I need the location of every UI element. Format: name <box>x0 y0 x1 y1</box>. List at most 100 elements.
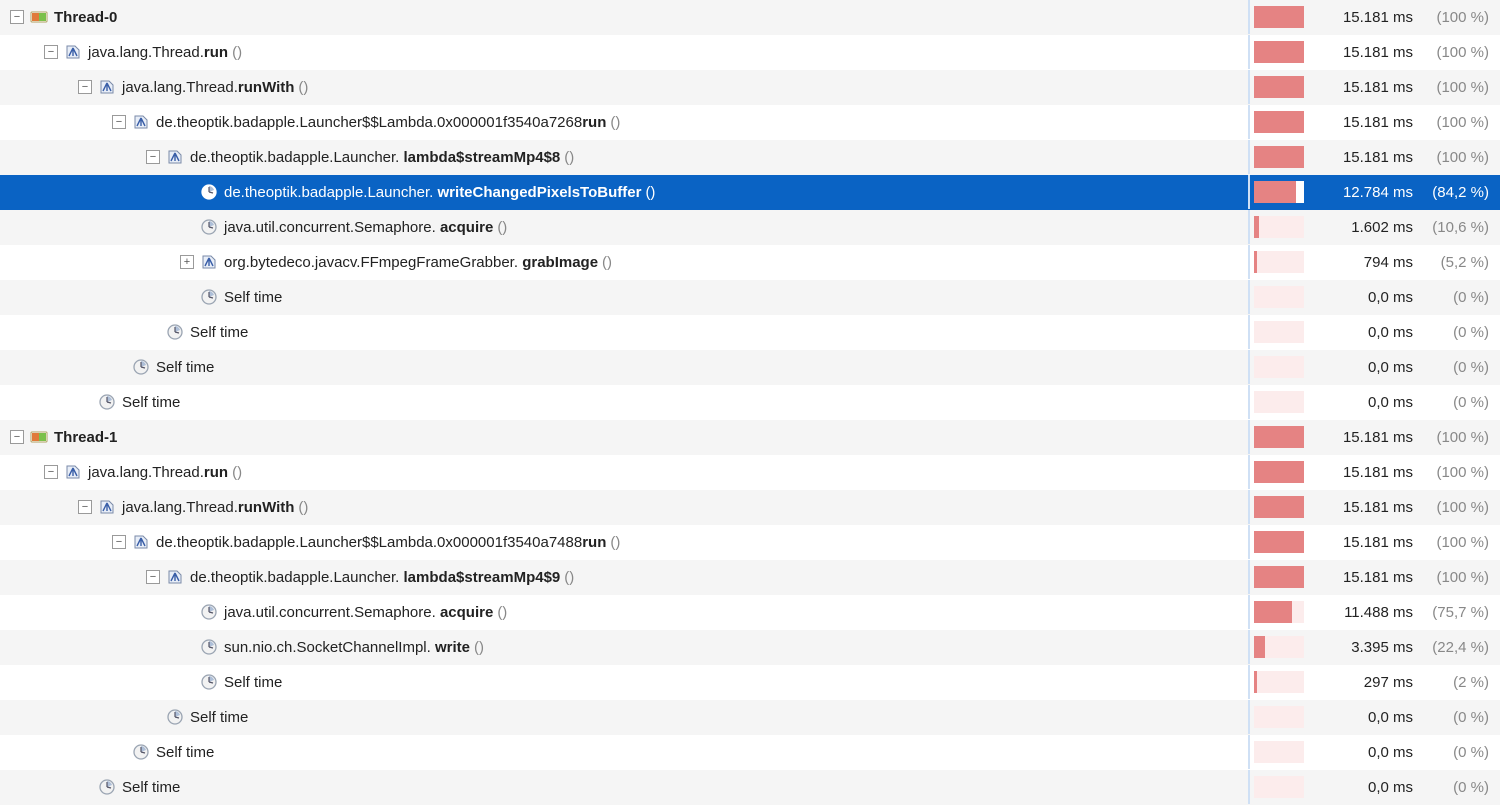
collapse-toggle[interactable]: − <box>146 150 160 164</box>
row-label: java.lang.Thread.run() <box>88 464 242 481</box>
tree-row[interactable]: −Thread-015.181 ms(100 %) <box>0 0 1500 35</box>
toggle-placeholder <box>180 605 194 619</box>
tree-row[interactable]: Self time0,0 ms(0 %) <box>0 700 1500 735</box>
time-percent: (10,6 %) <box>1419 219 1497 236</box>
toggle-placeholder <box>180 640 194 654</box>
time-percent: (75,7 %) <box>1419 604 1497 621</box>
time-value: 15.181 ms <box>1304 44 1419 61</box>
time-value: 1.602 ms <box>1304 219 1419 236</box>
time-value: 15.181 ms <box>1304 534 1419 551</box>
row-label: java.lang.Thread.runWith() <box>122 499 308 516</box>
time-value: 0,0 ms <box>1304 709 1419 726</box>
method-icon <box>132 533 150 551</box>
toggle-placeholder <box>146 325 160 339</box>
tree-row[interactable]: −java.lang.Thread.runWith()15.181 ms(100… <box>0 490 1500 525</box>
row-label: de.theoptik.badapple.Launcher$$Lambda.0x… <box>156 114 620 131</box>
method-icon <box>64 463 82 481</box>
tree-row[interactable]: sun.nio.ch.SocketChannelImpl. write()3.3… <box>0 630 1500 665</box>
tree-row[interactable]: Self time0,0 ms(0 %) <box>0 280 1500 315</box>
time-percent: (0 %) <box>1419 394 1497 411</box>
clock-icon <box>132 743 150 761</box>
toggle-placeholder <box>112 745 126 759</box>
time-bar <box>1254 776 1304 798</box>
collapse-toggle[interactable]: − <box>10 10 24 24</box>
method-icon <box>64 43 82 61</box>
time-value: 12.784 ms <box>1304 184 1419 201</box>
toggle-placeholder <box>180 220 194 234</box>
time-percent: (100 %) <box>1419 429 1497 446</box>
time-value: 15.181 ms <box>1304 464 1419 481</box>
tree-row[interactable]: −de.theoptik.badapple.Launcher. lambda$s… <box>0 140 1500 175</box>
toggle-placeholder <box>180 185 194 199</box>
time-value: 0,0 ms <box>1304 289 1419 306</box>
tree-row[interactable]: +org.bytedeco.javacv.FFmpegFrameGrabber.… <box>0 245 1500 280</box>
collapse-toggle[interactable]: − <box>44 465 58 479</box>
time-value: 15.181 ms <box>1304 79 1419 96</box>
collapse-toggle[interactable]: − <box>112 535 126 549</box>
row-label: de.theoptik.badapple.Launcher. lambda$st… <box>190 569 574 586</box>
tree-row[interactable]: Self time0,0 ms(0 %) <box>0 735 1500 770</box>
tree-row[interactable]: Self time0,0 ms(0 %) <box>0 385 1500 420</box>
time-percent: (2 %) <box>1419 674 1497 691</box>
row-label: Self time <box>156 744 214 761</box>
time-bar <box>1254 76 1304 98</box>
tree-row[interactable]: java.util.concurrent.Semaphore. acquire(… <box>0 210 1500 245</box>
time-percent: (5,2 %) <box>1419 254 1497 271</box>
tree-row[interactable]: Self time0,0 ms(0 %) <box>0 350 1500 385</box>
time-bar <box>1254 111 1304 133</box>
tree-row[interactable]: java.util.concurrent.Semaphore. acquire(… <box>0 595 1500 630</box>
row-label: de.theoptik.badapple.Launcher. writeChan… <box>224 184 655 201</box>
collapse-toggle[interactable]: − <box>10 430 24 444</box>
time-value: 0,0 ms <box>1304 324 1419 341</box>
collapse-toggle[interactable]: − <box>78 500 92 514</box>
expand-toggle[interactable]: + <box>180 255 194 269</box>
collapse-toggle[interactable]: − <box>44 45 58 59</box>
tree-row[interactable]: −de.theoptik.badapple.Launcher$$Lambda.0… <box>0 525 1500 560</box>
time-value: 0,0 ms <box>1304 359 1419 376</box>
tree-row[interactable]: Self time0,0 ms(0 %) <box>0 315 1500 350</box>
time-bar <box>1254 181 1304 203</box>
tree-row[interactable]: −Thread-115.181 ms(100 %) <box>0 420 1500 455</box>
row-label: java.lang.Thread.run() <box>88 44 242 61</box>
method-icon <box>166 148 184 166</box>
time-bar <box>1254 496 1304 518</box>
tree-row[interactable]: −java.lang.Thread.runWith()15.181 ms(100… <box>0 70 1500 105</box>
tree-row[interactable]: −java.lang.Thread.run()15.181 ms(100 %) <box>0 455 1500 490</box>
time-percent: (22,4 %) <box>1419 639 1497 656</box>
tree-row[interactable]: Self time297 ms(2 %) <box>0 665 1500 700</box>
clock-icon <box>98 778 116 796</box>
tree-row[interactable]: − de.theoptik.badapple.Launcher. lambda$s… <box>0 560 1500 595</box>
toggle-placeholder <box>180 290 194 304</box>
clock-icon <box>200 218 218 236</box>
time-percent: (100 %) <box>1419 44 1497 61</box>
collapse-toggle[interactable]: − <box>146 570 160 584</box>
time-percent: (84,2 %) <box>1419 184 1497 201</box>
time-bar <box>1254 146 1304 168</box>
time-value: 15.181 ms <box>1304 569 1419 586</box>
row-label: java.util.concurrent.Semaphore. acquire(… <box>224 604 507 621</box>
method-icon <box>132 113 150 131</box>
time-value: 794 ms <box>1304 254 1419 271</box>
clock-icon <box>166 708 184 726</box>
tree-row[interactable]: Self time0,0 ms(0 %) <box>0 770 1500 805</box>
collapse-toggle[interactable]: − <box>78 80 92 94</box>
method-icon <box>98 78 116 96</box>
time-bar <box>1254 461 1304 483</box>
method-icon <box>166 568 184 586</box>
time-bar <box>1254 706 1304 728</box>
time-bar <box>1254 601 1304 623</box>
profiler-call-tree[interactable]: −Thread-015.181 ms(100 %)−java.lang.Thre… <box>0 0 1500 805</box>
row-label: Thread-0 <box>54 9 117 26</box>
tree-row[interactable]: de.theoptik.badapple.Launcher. writeChan… <box>0 175 1500 210</box>
tree-row[interactable]: − java.lang.Thread.run() 15.181 ms(100 %) <box>0 35 1500 70</box>
collapse-toggle[interactable]: − <box>112 115 126 129</box>
thread-icon <box>30 428 48 446</box>
time-percent: (100 %) <box>1419 499 1497 516</box>
time-percent: (0 %) <box>1419 289 1497 306</box>
tree-row[interactable]: − de.theoptik.badapple.Launcher$$Lambda.0… <box>0 105 1500 140</box>
clock-icon <box>200 603 218 621</box>
method-icon <box>98 498 116 516</box>
time-bar <box>1254 391 1304 413</box>
toggle-placeholder <box>78 780 92 794</box>
time-percent: (100 %) <box>1419 9 1497 26</box>
